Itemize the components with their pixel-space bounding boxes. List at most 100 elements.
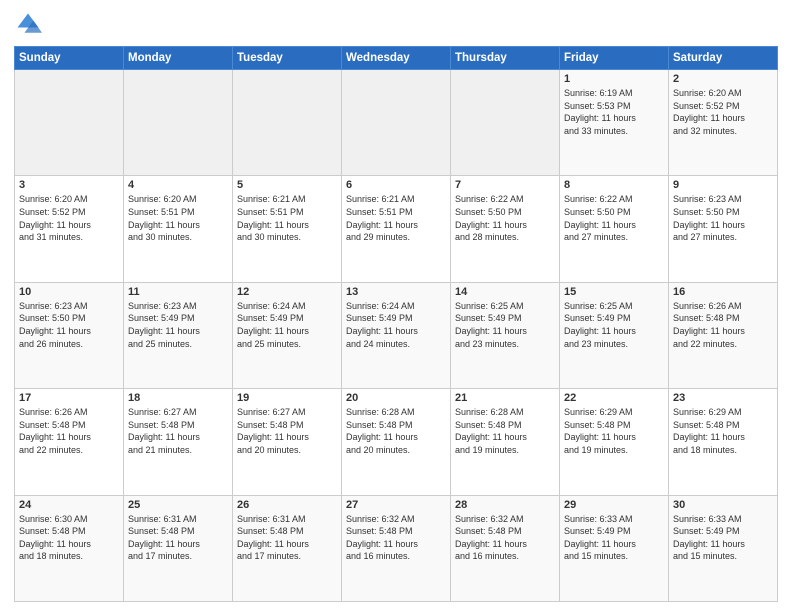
weekday-header-saturday: Saturday [669,47,778,70]
day-info: Sunrise: 6:31 AMSunset: 5:48 PMDaylight:… [237,513,337,563]
calendar-cell [15,70,124,176]
day-number: 29 [564,499,664,511]
header [14,10,778,38]
day-number: 12 [237,286,337,298]
calendar-cell: 26 Sunrise: 6:31 AMSunset: 5:48 PMDayligh… [233,495,342,601]
day-info: Sunrise: 6:20 AMSunset: 5:52 PMDaylight:… [19,193,119,243]
day-number: 30 [673,499,773,511]
week-row-0: 1 Sunrise: 6:19 AMSunset: 5:53 PMDaylight… [15,70,778,176]
day-info: Sunrise: 6:23 AMSunset: 5:49 PMDaylight:… [128,300,228,350]
day-info: Sunrise: 6:33 AMSunset: 5:49 PMDaylight:… [564,513,664,563]
calendar-cell: 21 Sunrise: 6:28 AMSunset: 5:48 PMDayligh… [451,389,560,495]
day-number: 1 [564,73,664,85]
day-number: 7 [455,179,555,191]
calendar-cell: 9 Sunrise: 6:23 AMSunset: 5:50 PMDaylight… [669,176,778,282]
day-number: 5 [237,179,337,191]
calendar-cell: 14 Sunrise: 6:25 AMSunset: 5:49 PMDayligh… [451,282,560,388]
weekday-header-friday: Friday [560,47,669,70]
day-number: 15 [564,286,664,298]
day-info: Sunrise: 6:32 AMSunset: 5:48 PMDaylight:… [455,513,555,563]
day-number: 14 [455,286,555,298]
week-row-3: 17 Sunrise: 6:26 AMSunset: 5:48 PMDayligh… [15,389,778,495]
day-number: 8 [564,179,664,191]
day-info: Sunrise: 6:22 AMSunset: 5:50 PMDaylight:… [564,193,664,243]
day-number: 6 [346,179,446,191]
calendar-cell [342,70,451,176]
day-info: Sunrise: 6:30 AMSunset: 5:48 PMDaylight:… [19,513,119,563]
calendar-cell: 2 Sunrise: 6:20 AMSunset: 5:52 PMDaylight… [669,70,778,176]
day-number: 20 [346,392,446,404]
day-number: 23 [673,392,773,404]
day-info: Sunrise: 6:24 AMSunset: 5:49 PMDaylight:… [237,300,337,350]
day-number: 27 [346,499,446,511]
day-info: Sunrise: 6:20 AMSunset: 5:51 PMDaylight:… [128,193,228,243]
day-info: Sunrise: 6:25 AMSunset: 5:49 PMDaylight:… [455,300,555,350]
calendar-cell: 17 Sunrise: 6:26 AMSunset: 5:48 PMDayligh… [15,389,124,495]
day-info: Sunrise: 6:27 AMSunset: 5:48 PMDaylight:… [128,406,228,456]
day-number: 10 [19,286,119,298]
calendar-cell: 24 Sunrise: 6:30 AMSunset: 5:48 PMDayligh… [15,495,124,601]
weekday-header-monday: Monday [124,47,233,70]
day-info: Sunrise: 6:19 AMSunset: 5:53 PMDaylight:… [564,87,664,137]
calendar-cell: 1 Sunrise: 6:19 AMSunset: 5:53 PMDaylight… [560,70,669,176]
day-number: 26 [237,499,337,511]
day-info: Sunrise: 6:28 AMSunset: 5:48 PMDaylight:… [346,406,446,456]
calendar-cell: 7 Sunrise: 6:22 AMSunset: 5:50 PMDaylight… [451,176,560,282]
day-info: Sunrise: 6:26 AMSunset: 5:48 PMDaylight:… [673,300,773,350]
calendar-cell [233,70,342,176]
calendar-cell: 16 Sunrise: 6:26 AMSunset: 5:48 PMDayligh… [669,282,778,388]
day-info: Sunrise: 6:21 AMSunset: 5:51 PMDaylight:… [346,193,446,243]
day-info: Sunrise: 6:31 AMSunset: 5:48 PMDaylight:… [128,513,228,563]
calendar-cell: 28 Sunrise: 6:32 AMSunset: 5:48 PMDayligh… [451,495,560,601]
day-number: 11 [128,286,228,298]
calendar-cell: 23Sunrise: 6:29 AMSunset: 5:48 PMDayligh… [669,389,778,495]
day-info: Sunrise: 6:22 AMSunset: 5:50 PMDaylight:… [455,193,555,243]
calendar-cell: 29 Sunrise: 6:33 AMSunset: 5:49 PMDayligh… [560,495,669,601]
day-number: 17 [19,392,119,404]
calendar-cell: 11 Sunrise: 6:23 AMSunset: 5:49 PMDayligh… [124,282,233,388]
calendar-cell: 13 Sunrise: 6:24 AMSunset: 5:49 PMDayligh… [342,282,451,388]
day-number: 28 [455,499,555,511]
calendar-cell: 25 Sunrise: 6:31 AMSunset: 5:48 PMDayligh… [124,495,233,601]
day-number: 21 [455,392,555,404]
day-info: Sunrise: 6:33 AMSunset: 5:49 PMDaylight:… [673,513,773,563]
week-row-4: 24 Sunrise: 6:30 AMSunset: 5:48 PMDayligh… [15,495,778,601]
day-number: 16 [673,286,773,298]
day-number: 9 [673,179,773,191]
day-number: 24 [19,499,119,511]
calendar-cell: 10 Sunrise: 6:23 AMSunset: 5:50 PMDayligh… [15,282,124,388]
day-info: Sunrise: 6:26 AMSunset: 5:48 PMDaylight:… [19,406,119,456]
calendar-cell: 4Sunrise: 6:20 AMSunset: 5:51 PMDaylight… [124,176,233,282]
day-number: 25 [128,499,228,511]
day-info: Sunrise: 6:28 AMSunset: 5:48 PMDaylight:… [455,406,555,456]
day-info: Sunrise: 6:25 AMSunset: 5:49 PMDaylight:… [564,300,664,350]
weekday-header-sunday: Sunday [15,47,124,70]
page: SundayMondayTuesdayWednesdayThursdayFrid… [0,0,792,612]
day-number: 19 [237,392,337,404]
calendar-cell: 30 Sunrise: 6:33 AMSunset: 5:49 PMDayligh… [669,495,778,601]
calendar-cell: 27 Sunrise: 6:32 AMSunset: 5:48 PMDayligh… [342,495,451,601]
calendar-cell: 18 Sunrise: 6:27 AMSunset: 5:48 PMDayligh… [124,389,233,495]
calendar-cell [451,70,560,176]
calendar-table: SundayMondayTuesdayWednesdayThursdayFrid… [14,46,778,602]
calendar-cell: 6 Sunrise: 6:21 AMSunset: 5:51 PMDaylight… [342,176,451,282]
day-number: 18 [128,392,228,404]
weekday-header-tuesday: Tuesday [233,47,342,70]
week-row-1: 3Sunrise: 6:20 AMSunset: 5:52 PMDaylight… [15,176,778,282]
day-info: Sunrise: 6:20 AMSunset: 5:52 PMDaylight:… [673,87,773,137]
day-number: 22 [564,392,664,404]
calendar-cell: 3Sunrise: 6:20 AMSunset: 5:52 PMDaylight… [15,176,124,282]
day-info: Sunrise: 6:29 AMSunset: 5:48 PMDaylight:… [564,406,664,456]
day-info: Sunrise: 6:27 AMSunset: 5:48 PMDaylight:… [237,406,337,456]
day-number: 13 [346,286,446,298]
day-number: 2 [673,73,773,85]
calendar-cell: 20 Sunrise: 6:28 AMSunset: 5:48 PMDayligh… [342,389,451,495]
header-row: SundayMondayTuesdayWednesdayThursdayFrid… [15,47,778,70]
weekday-header-wednesday: Wednesday [342,47,451,70]
week-row-2: 10 Sunrise: 6:23 AMSunset: 5:50 PMDayligh… [15,282,778,388]
day-info: Sunrise: 6:32 AMSunset: 5:48 PMDaylight:… [346,513,446,563]
day-info: Sunrise: 6:23 AMSunset: 5:50 PMDaylight:… [19,300,119,350]
day-info: Sunrise: 6:23 AMSunset: 5:50 PMDaylight:… [673,193,773,243]
day-info: Sunrise: 6:24 AMSunset: 5:49 PMDaylight:… [346,300,446,350]
calendar-cell [124,70,233,176]
